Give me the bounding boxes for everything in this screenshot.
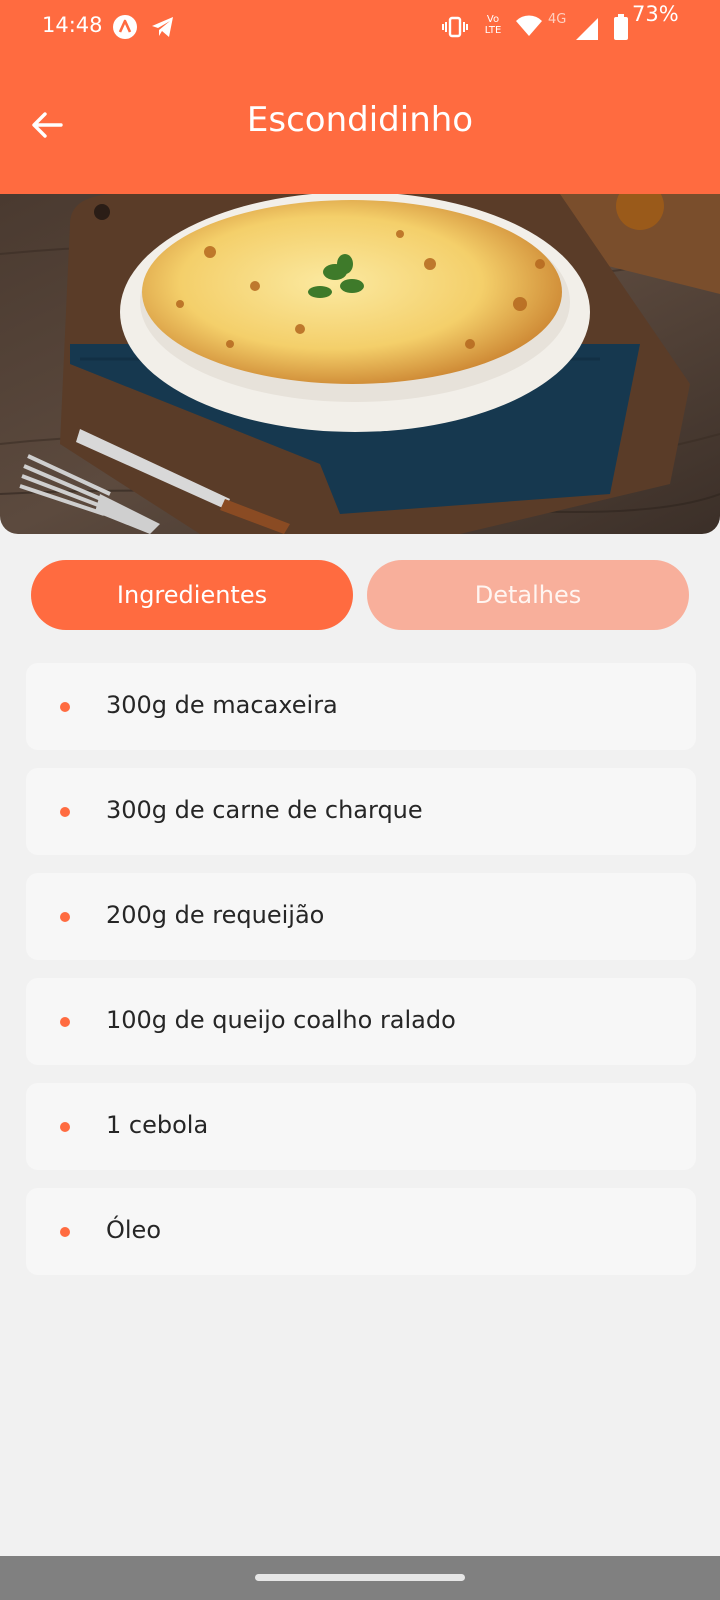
bullet-icon [60,912,70,922]
bullet-icon [60,1227,70,1237]
arrow-left-icon [32,112,63,138]
ingredient-text: 300g de macaxeira [106,691,338,719]
back-button[interactable] [24,102,70,148]
wifi-icon [515,14,543,42]
vibrate-icon [442,14,468,44]
network-type: 4G [548,12,567,27]
bullet-icon [60,702,70,712]
tab-ingredients[interactable]: Ingredientes [31,560,353,630]
tab-ingredients-label: Ingredientes [116,581,268,609]
app-icon [112,14,138,40]
list-item: 300g de carne de charque [26,768,696,855]
list-item: 200g de requeijão [26,873,696,960]
telegram-icon [150,14,176,40]
system-nav-bar [0,1556,720,1600]
list-item: 1 cebola [26,1083,696,1170]
signal-icon [576,18,600,44]
tab-details-label: Detalhes [474,581,582,609]
bullet-icon [60,1122,70,1132]
list-item: Óleo [26,1188,696,1275]
list-item: 100g de queijo coalho ralado [26,978,696,1065]
app-bar: 14:48 Vo LTE 4G 73% Escondidinho [0,0,720,194]
page-title: Escondidinho [246,100,474,140]
ingredient-text: Óleo [106,1216,162,1244]
tab-details[interactable]: Detalhes [367,560,689,630]
ingredients-list: 300g de macaxeira 300g de carne de charq… [26,663,696,1293]
volte-label: Vo LTE [484,14,502,36]
recipe-image [0,194,720,534]
status-time: 14:48 [42,13,103,37]
battery-percent: 73% [632,2,679,26]
status-bar: 14:48 Vo LTE 4G 73% [0,0,720,56]
ingredient-text: 100g de queijo coalho ralado [106,1006,456,1034]
home-indicator[interactable] [255,1574,465,1581]
ingredient-text: 200g de requeijão [106,901,325,929]
list-item: 300g de macaxeira [26,663,696,750]
bullet-icon [60,807,70,817]
ingredient-text: 300g de carne de charque [106,796,423,824]
ingredient-text: 1 cebola [106,1111,209,1139]
bullet-icon [60,1017,70,1027]
battery-icon [614,14,628,44]
volte-icon: Vo LTE [480,14,506,36]
